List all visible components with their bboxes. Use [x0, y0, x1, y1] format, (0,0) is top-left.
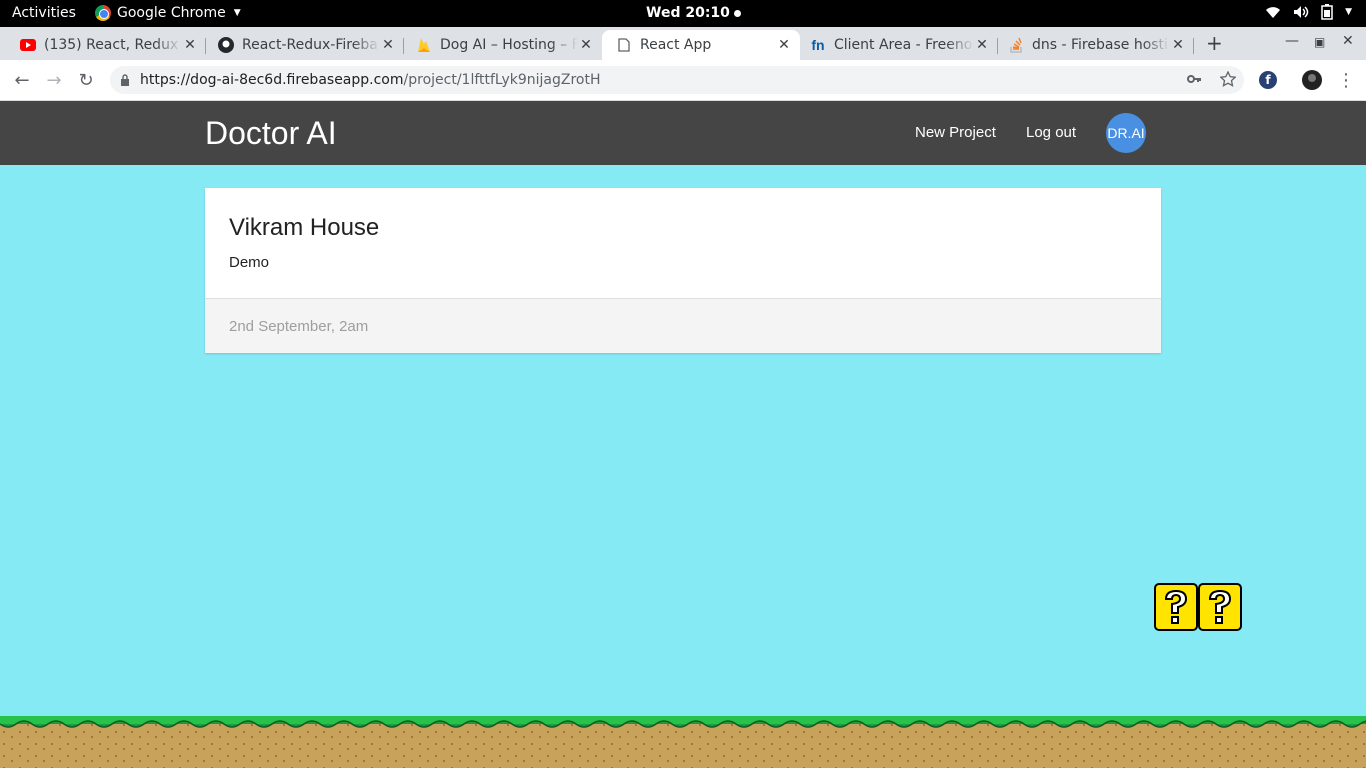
notification-dot-icon — [733, 9, 741, 17]
tab-title: Client Area - Freeno — [834, 37, 973, 53]
clock-label: Wed 20:10 — [646, 5, 730, 21]
close-tab-icon[interactable]: ✕ — [1170, 37, 1186, 53]
tab-react-app[interactable]: React App ✕ — [602, 30, 800, 60]
tab-freenom[interactable]: fn Client Area - Freeno ✕ — [800, 30, 998, 60]
tab-firebase[interactable]: Dog AI – Hosting – F ✕ — [404, 30, 602, 60]
project-title: Vikram House — [229, 214, 380, 241]
firebase-icon — [416, 37, 432, 53]
brand-logo[interactable]: Doctor AI — [205, 115, 337, 152]
reload-button[interactable]: ↻ — [74, 68, 98, 92]
project-card: Vikram House Demo 2nd September, 2am — [205, 188, 1161, 353]
system-tray[interactable]: ▼ — [1265, 4, 1352, 20]
key-icon[interactable] — [1186, 71, 1202, 87]
wifi-icon — [1266, 7, 1281, 18]
url-host: https://dog-ai-8ec6d.firebaseapp.com — [140, 72, 404, 88]
chrome-icon — [95, 5, 111, 21]
ground-decoration — [0, 716, 1366, 768]
tab-youtube[interactable]: (135) React, Redux & ✕ — [0, 30, 206, 60]
app-menu[interactable]: Google Chrome ▼ — [95, 5, 241, 21]
volume-icon — [1294, 6, 1309, 18]
activities-button[interactable]: Activities — [12, 5, 76, 21]
caret-down-icon: ▼ — [233, 8, 241, 18]
url-path: /project/1lfttfLyk9nijagZrotH — [403, 72, 601, 88]
forward-button[interactable]: → — [42, 68, 66, 92]
chrome-menu-icon[interactable]: ⋮ — [1334, 68, 1358, 92]
tab-title: dns - Firebase hosti — [1032, 37, 1168, 53]
project-date: 2nd September, 2am — [229, 318, 369, 335]
maximize-button[interactable]: ▣ — [1314, 35, 1325, 49]
question-blocks-decoration — [1154, 583, 1242, 631]
question-block-icon — [1154, 583, 1198, 631]
bookmark-star-icon[interactable] — [1220, 71, 1236, 87]
tab-title: React-Redux-Fireba — [242, 37, 378, 53]
project-content: Demo — [229, 254, 270, 271]
tab-title: (135) React, Redux & — [44, 37, 182, 53]
close-tab-icon[interactable]: ✕ — [182, 37, 198, 53]
close-window-button[interactable]: ✕ — [1342, 33, 1354, 49]
new-tab-button[interactable]: + — [1206, 31, 1223, 55]
battery-icon — [1321, 4, 1333, 20]
app-menu-label: Google Chrome — [117, 5, 226, 21]
close-tab-icon[interactable]: ✕ — [578, 37, 594, 53]
new-project-link[interactable]: New Project — [915, 124, 996, 141]
profile-avatar-icon[interactable] — [1300, 68, 1324, 92]
question-block-icon — [1198, 583, 1242, 631]
close-tab-icon[interactable]: ✕ — [776, 37, 792, 53]
tab-separator — [1193, 38, 1194, 54]
back-button[interactable]: ← — [10, 68, 34, 92]
clock[interactable]: Wed 20:10 — [646, 5, 741, 21]
app-navbar: Doctor AI New Project Log out DR.AI — [0, 101, 1366, 165]
lock-icon — [121, 74, 129, 86]
user-avatar[interactable]: DR.AI — [1106, 113, 1146, 153]
tab-title: Dog AI – Hosting – F — [440, 37, 578, 53]
browser-toolbar: ← → ↻ https://dog-ai-8ec6d.firebaseapp.c… — [0, 60, 1366, 101]
tab-title: React App — [640, 37, 712, 53]
system-top-bar: Activities Google Chrome ▼ Wed 20:10 ▼ — [0, 0, 1366, 27]
extension-icon[interactable]: f — [1256, 68, 1280, 92]
stackoverflow-icon — [1008, 37, 1024, 53]
close-tab-icon[interactable]: ✕ — [974, 37, 990, 53]
svg-text:f: f — [1265, 73, 1271, 87]
card-action-bar: 2nd September, 2am — [205, 298, 1161, 353]
youtube-icon — [20, 37, 36, 53]
github-icon — [218, 37, 234, 53]
close-tab-icon[interactable]: ✕ — [380, 37, 396, 53]
address-bar[interactable]: https://dog-ai-8ec6d.firebaseapp.com/pro… — [110, 66, 1244, 94]
system-menu-caret-icon: ▼ — [1345, 7, 1352, 17]
minimize-button[interactable]: — — [1285, 33, 1299, 49]
freenom-icon: fn — [811, 37, 825, 53]
logout-link[interactable]: Log out — [1026, 124, 1076, 141]
page-icon — [616, 37, 632, 53]
tab-github[interactable]: React-Redux-Fireba ✕ — [206, 30, 404, 60]
tab-stackoverflow[interactable]: dns - Firebase hosti ✕ — [998, 30, 1194, 60]
tab-strip: (135) React, Redux & ✕ React-Redux-Fireb… — [0, 27, 1366, 60]
